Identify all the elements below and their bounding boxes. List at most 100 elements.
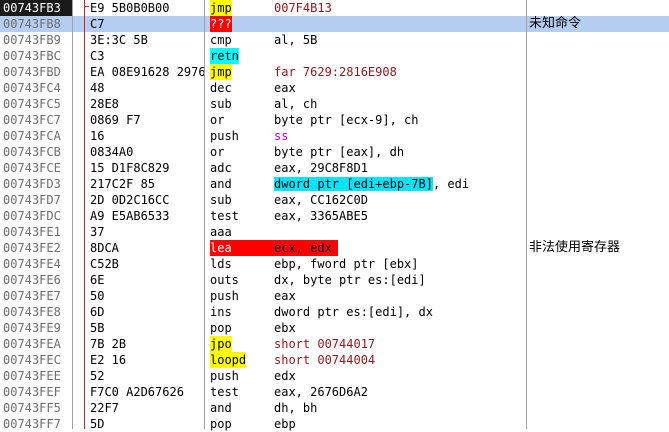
- disasm-row[interactable]: 00743FB3 E9 5B0B0B00 jmp 007F4B13: [0, 0, 669, 16]
- hex-bytes-cell: 52: [90, 369, 105, 383]
- disasm-row[interactable]: 00743FCB 0834A0 or byte ptr [eax], dh: [0, 144, 669, 160]
- address-cell: 00743FE4: [3, 257, 61, 271]
- hex-bytes-cell: C7: [90, 17, 105, 31]
- disasm-row[interactable]: 00743FEE 52 push edx: [0, 368, 669, 384]
- disasm-row[interactable]: 00743FC4 48 dec eax: [0, 80, 669, 96]
- mnemonic-cell: dec: [210, 81, 232, 95]
- operands-cell: ebp: [274, 417, 296, 431]
- address-cell: 00743FD7: [3, 193, 61, 207]
- jump-path-line: [84, 0, 85, 429]
- comment-cell: 未知命令: [529, 16, 582, 31]
- hex-bytes-cell: 37: [90, 225, 105, 239]
- disasm-row[interactable]: 00743FF5 22F7 and dh, bh: [0, 400, 669, 416]
- disasm-row[interactable]: 00743FE8 6D ins dword ptr es:[edi], dx: [0, 304, 669, 320]
- mnemonic-cell: lds: [210, 257, 232, 271]
- operands-cell: eax, CC162C0D: [274, 193, 368, 207]
- mnemonic-cell: or: [210, 145, 225, 159]
- disasm-row[interactable]: 00743FE2 8DCA lea ecx, edx 非法使用寄存器: [0, 240, 669, 256]
- mnemonic-cell: push: [210, 369, 239, 383]
- disasm-row[interactable]: 00743FE9 5B pop ebx: [0, 320, 669, 336]
- mnemonic-cell: sub: [210, 97, 232, 111]
- address-cell: 00743FE1: [3, 225, 61, 239]
- mnemonic-cell: outs: [210, 273, 239, 287]
- address-cell: 00743FC5: [3, 97, 61, 111]
- disasm-row[interactable]: 00743FE7 50 push eax: [0, 288, 669, 304]
- mnemonic-cell: ins: [210, 305, 232, 319]
- hex-bytes-cell: 0834A0: [90, 145, 134, 159]
- disasm-row[interactable]: 00743FF7 5D pop ebp: [0, 416, 669, 432]
- mnemonic-cell: adc: [210, 161, 232, 175]
- operands-cell: eax: [274, 81, 296, 95]
- disasm-row[interactable]: 00743FB8 C7??? 未知命令: [0, 16, 669, 32]
- mnemonic-cell: cmp: [210, 33, 232, 47]
- hex-bytes-cell: E9 5B0B0B00: [90, 1, 170, 15]
- operands-cell: short 00744004: [274, 353, 376, 367]
- disasm-row[interactable]: 00743FCA 16 push ss: [0, 128, 669, 144]
- mnemonic-cell: retn: [210, 48, 239, 64]
- operands-cell: byte ptr [eax], dh: [274, 145, 405, 159]
- operands-cell: eax: [274, 289, 296, 303]
- disasm-row[interactable]: 00743FDC A9 E5AB6533 test eax, 3365ABE5: [0, 208, 669, 224]
- disasm-row[interactable]: 00743FBC C3 retn: [0, 48, 669, 64]
- hex-bytes-cell: C52B: [90, 257, 119, 271]
- hex-bytes-cell: E2 16: [90, 353, 127, 367]
- disasm-row[interactable]: 00743FE1 37 aaa: [0, 224, 669, 240]
- address-cell: 00743FF7: [3, 417, 61, 431]
- hex-bytes-cell: 22F7: [90, 401, 119, 415]
- address-cell: 00743FEA: [3, 337, 61, 351]
- disasm-row[interactable]: 00743FE6 6E outs dx, byte ptr es:[edi]: [0, 272, 669, 288]
- disasm-row[interactable]: 00743FB9 3E:3C 5B cmp al, 5B: [0, 32, 669, 48]
- hex-bytes-cell: 6D: [90, 305, 105, 319]
- address-cell: 00743FCA: [3, 129, 61, 143]
- operand-rest: , edi: [432, 177, 470, 191]
- hex-bytes-cell: 5D: [90, 417, 105, 431]
- address-cell: 00743FE9: [3, 321, 61, 335]
- disasm-row[interactable]: 00743FC5 28E8 sub al, ch: [0, 96, 669, 112]
- hex-bytes-cell: 5B: [90, 321, 105, 335]
- mnemonic-cell: pop: [210, 321, 232, 335]
- mnemonic-cell: pop: [210, 417, 232, 431]
- mnemonic-cell: jmp: [210, 64, 232, 80]
- address-cell: 00743FE8: [3, 305, 61, 319]
- memory-operand-highlight: dword ptr [edi+ebp-7B]: [274, 177, 433, 191]
- address-cell: 00743FCB: [3, 145, 61, 159]
- column-separator-hex: [204, 0, 205, 429]
- operands-cell: eax, 2676D6A2: [274, 385, 368, 399]
- operands-cell: ss: [274, 129, 289, 143]
- address-cell: 00743FEF: [3, 385, 61, 399]
- hex-bytes-cell: 217C2F 85: [90, 177, 156, 191]
- disasm-row[interactable]: 00743FEA 7B 2B jpo short 00744017: [0, 336, 669, 352]
- hex-bytes-cell: 3E:3C 5B: [90, 33, 148, 47]
- disasm-row[interactable]: 00743FE4 C52B lds ebp, fword ptr [ebx]: [0, 256, 669, 272]
- mnemonic-cell: jpo: [210, 336, 232, 352]
- operands-cell: dword ptr [edi+ebp-7B], edi: [274, 176, 469, 192]
- column-separator-address: [72, 0, 73, 429]
- hex-bytes-cell: 15 D1F8C829: [90, 161, 170, 175]
- disasm-row[interactable]: 00743FD3 217C2F 85 and dword ptr [edi+ebp-7…: [0, 176, 669, 192]
- operands-cell: edx: [274, 369, 296, 383]
- disasm-row[interactable]: 00743FC7 0869 F7 or byte ptr [ecx-9], ch: [0, 112, 669, 128]
- hex-bytes-cell: C3: [90, 49, 105, 63]
- disasm-row[interactable]: 00743FCE 15 D1F8C829 adc eax, 29C8F8D1: [0, 160, 669, 176]
- disasm-row[interactable]: 00743FEC E2 16 loopd short 00744004: [0, 352, 669, 368]
- jump-path-arrow: [84, 6, 89, 7]
- disasm-row[interactable]: 00743FEF F7C0 A2D67626 test eax, 2676D6A2: [0, 384, 669, 400]
- disasm-row[interactable]: 00743FBD EA 08E91628 2976 jmp far 7629:2816…: [0, 64, 669, 80]
- hex-bytes-cell: 16: [90, 129, 105, 143]
- operands-cell: dword ptr es:[edi], dx: [274, 305, 433, 319]
- operands-cell: ebp, fword ptr [ebx]: [274, 257, 419, 271]
- address-cell: 00743FB8: [3, 17, 61, 31]
- hex-bytes-cell: 28E8: [90, 97, 119, 111]
- disasm-row[interactable]: 00743FD7 2D 0D2C16CC sub eax, CC162C0D: [0, 192, 669, 208]
- mnemonic-cell: and: [210, 401, 232, 415]
- operands-cell: ecx, edx: [274, 241, 332, 255]
- operands-cell: eax, 3365ABE5: [274, 209, 368, 223]
- hex-bytes-cell: EA 08E91628 2976: [90, 65, 204, 79]
- operands-cell: dx, byte ptr es:[edi]: [274, 273, 426, 287]
- address-cell: 00743FEC: [3, 353, 61, 367]
- operands-cell: byte ptr [ecx-9], ch: [274, 113, 419, 127]
- operands-cell: far 7629:2816E908: [274, 65, 397, 79]
- mnemonic-cell: and: [210, 177, 232, 191]
- address-cell: 00743FEE: [3, 369, 61, 383]
- address-cell: 00743FDC: [3, 209, 61, 223]
